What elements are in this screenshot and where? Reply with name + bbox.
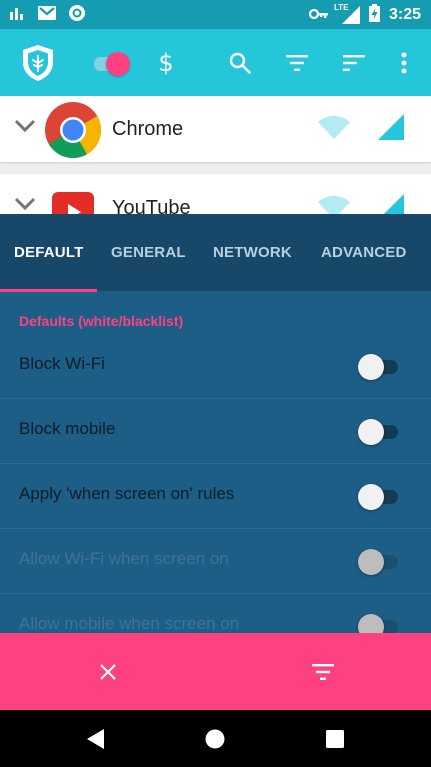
setting-block-wifi[interactable]: Block Wi-Fi [0,334,431,399]
allow-mobile-screen-on-switch [358,614,400,633]
setting-block-mobile[interactable]: Block mobile [0,399,431,464]
section-title: Defaults (white/blacklist) [19,313,184,329]
tab-default[interactable]: DEFAULT [14,214,83,291]
dollar-icon[interactable]: $ [148,29,184,96]
wifi-icon[interactable] [318,196,350,214]
enable-toggle[interactable] [90,51,130,76]
search-icon[interactable] [222,29,258,96]
tab-advanced[interactable]: ADVANCED [321,214,407,291]
tab-network[interactable]: NETWORK [213,214,292,291]
allow-wifi-screen-on-switch [358,549,400,575]
lte-signal-icon: LTE [334,3,360,24]
setting-label: Block Wi-Fi [19,354,105,373]
overflow-menu-icon[interactable] [392,29,416,96]
tab-indicator [0,289,97,292]
status-bar: LTE 3:25 [0,0,431,29]
setting-allow-mobile-screen-on: Allow mobile when screen on [0,594,431,633]
app-row-chrome[interactable]: Chrome [0,96,431,162]
home-icon[interactable] [185,710,245,767]
sync-icon [68,4,86,26]
battery-charging-icon [368,3,380,26]
setting-allow-wifi-screen-on: Allow Wi-Fi when screen on [0,529,431,594]
vpn-key-icon [308,5,329,24]
filter-icon[interactable] [279,29,315,96]
back-icon[interactable] [66,710,126,767]
netguard-shield-icon [18,29,58,96]
toolbar: $ [0,29,431,96]
wifi-icon[interactable] [318,116,350,144]
app-row-youtube[interactable]: YouTube [0,174,431,214]
app-name: Chrome [112,118,184,140]
mobile-signal-icon[interactable] [378,194,404,214]
youtube-icon [52,192,94,214]
sort-icon[interactable] [336,29,372,96]
screen-on-rules-switch[interactable] [358,484,400,510]
setting-screen-on-rules[interactable]: Apply 'when screen on' rules [0,464,431,529]
setting-label: Allow Wi-Fi when screen on [19,549,229,568]
close-icon[interactable] [68,633,148,710]
setting-label: Apply 'when screen on' rules [19,484,235,503]
filter-icon[interactable] [283,633,363,710]
setting-label: Block mobile [19,419,116,438]
tab-bar: DEFAULT GENERAL NETWORK ADVANCED [0,214,431,292]
tab-general[interactable]: GENERAL [111,214,186,291]
block-wifi-switch[interactable] [358,354,400,380]
block-mobile-switch[interactable] [358,419,400,445]
chevron-down-icon[interactable] [14,196,36,214]
clock: 3:25 [388,5,421,23]
lte-label: LTE [333,2,349,12]
signal-bars-icon [10,5,26,24]
setting-label: Allow mobile when screen on [19,614,240,633]
action-bar [0,633,431,710]
chrome-icon [44,101,102,159]
app-name: YouTube [112,197,191,214]
recents-icon[interactable] [305,710,365,767]
app-list: Chrome YouTube [0,96,431,214]
chevron-down-icon[interactable] [14,118,36,137]
settings-sheet: DEFAULT GENERAL NETWORK ADVANCED Default… [0,214,431,633]
gmail-icon [38,5,56,24]
navigation-bar [0,710,431,767]
mobile-signal-icon[interactable] [378,114,404,144]
